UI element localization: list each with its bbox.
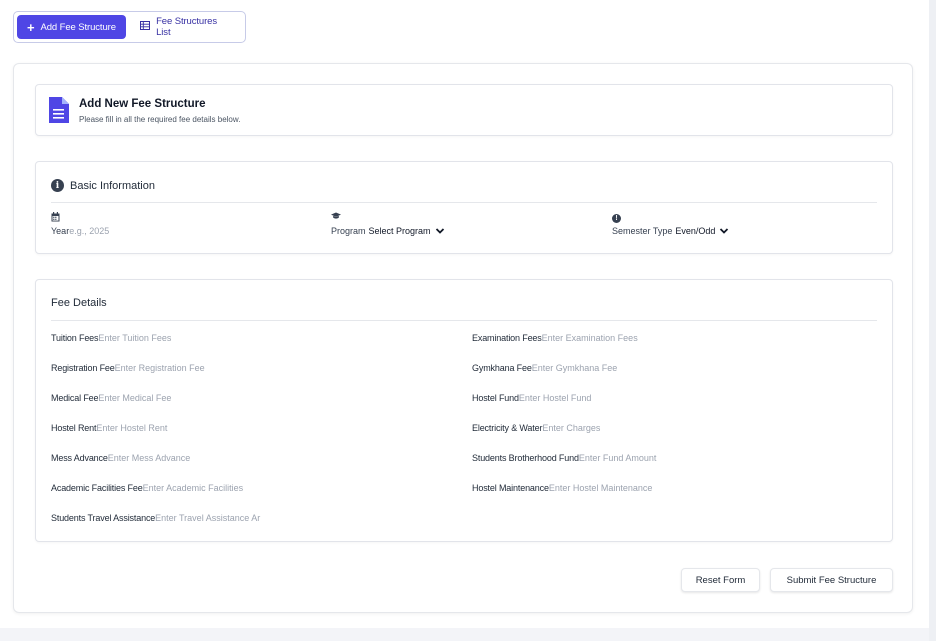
semester-type-label: Semester Type bbox=[612, 226, 673, 236]
hostel-maintenance-input[interactable]: Enter Hostel Maintenance bbox=[549, 483, 653, 493]
basic-information-section: i Basic Information Year e.g., 2025 Prog… bbox=[35, 161, 893, 254]
vertical-scrollbar[interactable] bbox=[929, 0, 936, 641]
hostel-rent-field[interactable]: Hostel RentEnter Hostel Rent bbox=[51, 423, 461, 433]
tuition-fees-field[interactable]: Tuition FeesEnter Tuition Fees bbox=[51, 333, 461, 343]
chevron-down-icon bbox=[435, 228, 444, 234]
info-icon: ! bbox=[612, 212, 729, 223]
tab-add-fee-structure-label: Add Fee Structure bbox=[40, 21, 117, 33]
students-travel-assistance-input[interactable]: Enter Travel Assistance Ar bbox=[155, 513, 260, 523]
tab-add-fee-structure[interactable]: + Add Fee Structure bbox=[17, 15, 127, 39]
academic-facilities-fee-field[interactable]: Academic Facilities FeeEnter Academic Fa… bbox=[51, 483, 461, 493]
basic-information-title: Basic Information bbox=[70, 179, 155, 192]
examination-fees-input[interactable]: Enter Examination Fees bbox=[542, 333, 638, 343]
field-label: Hostel Fund bbox=[472, 393, 519, 403]
tab-fee-structures-list-label: Fee Structures List bbox=[156, 16, 218, 38]
fee-details-title: Fee Details bbox=[51, 297, 107, 309]
year-field[interactable]: Year e.g., 2025 bbox=[51, 212, 109, 236]
mess-advance-field[interactable]: Mess AdvanceEnter Mess Advance bbox=[51, 453, 461, 463]
fee-details-section: Fee Details Tuition FeesEnter Tuition Fe… bbox=[35, 279, 893, 542]
hostel-rent-input[interactable]: Enter Hostel Rent bbox=[96, 423, 167, 433]
field-label: Hostel Rent bbox=[51, 423, 97, 433]
field-label: Mess Advance bbox=[51, 453, 108, 463]
program-field[interactable]: Program Select Program bbox=[331, 212, 445, 236]
hostel-fund-field[interactable]: Hostel FundEnter Hostel Fund bbox=[472, 393, 882, 403]
reset-form-button[interactable]: Reset Form bbox=[681, 568, 760, 592]
hostel-fund-input[interactable]: Enter Hostel Fund bbox=[519, 393, 592, 403]
registration-fee-field[interactable]: Registration FeeEnter Registration Fee bbox=[51, 363, 461, 373]
field-label: Medical Fee bbox=[51, 393, 99, 403]
hostel-maintenance-field[interactable]: Hostel MaintenanceEnter Hostel Maintenan… bbox=[472, 483, 663, 493]
semester-type-field[interactable]: ! Semester Type Even/Odd bbox=[612, 212, 729, 236]
field-label: Hostel Maintenance bbox=[472, 483, 549, 493]
electricity-water-field[interactable]: Electricity & WaterEnter Charges bbox=[472, 423, 882, 433]
plus-icon: + bbox=[27, 19, 35, 35]
students-brotherhood-fund-field[interactable]: Students Brotherhood FundEnter Fund Amou… bbox=[472, 453, 882, 463]
examination-fees-field[interactable]: Examination FeesEnter Examination Fees bbox=[472, 333, 882, 343]
tab-bar: + Add Fee Structure Fee Structures List bbox=[13, 11, 246, 43]
field-label: Students Brotherhood Fund bbox=[472, 453, 579, 463]
gymkhana-fee-field[interactable]: Gymkhana FeeEnter Gymkhana Fee bbox=[472, 363, 882, 373]
form-header: Add New Fee Structure Please fill in all… bbox=[35, 84, 893, 136]
academic-facilities-fee-input[interactable]: Enter Academic Facilities bbox=[143, 483, 244, 493]
divider bbox=[51, 202, 877, 203]
field-label: Students Travel Assistance bbox=[51, 513, 156, 523]
gymkhana-fee-input[interactable]: Enter Gymkhana Fee bbox=[532, 363, 618, 373]
year-label: Year bbox=[51, 226, 70, 236]
field-label: Electricity & Water bbox=[472, 423, 543, 433]
tab-fee-structures-list[interactable]: Fee Structures List bbox=[130, 15, 242, 39]
tuition-fees-input[interactable]: Enter Tuition Fees bbox=[98, 333, 171, 343]
graduation-cap-icon bbox=[331, 212, 445, 223]
mess-advance-input[interactable]: Enter Mess Advance bbox=[108, 453, 191, 463]
program-select[interactable]: Select Program bbox=[369, 226, 431, 236]
fee-structure-form-card: Add New Fee Structure Please fill in all… bbox=[13, 63, 913, 613]
list-icon bbox=[140, 21, 151, 33]
divider bbox=[51, 320, 877, 321]
form-subtitle: Please fill in all the required fee deta… bbox=[79, 115, 241, 124]
year-input[interactable]: e.g., 2025 bbox=[69, 226, 109, 236]
program-label: Program bbox=[331, 226, 366, 236]
medical-fee-field[interactable]: Medical FeeEnter Medical Fee bbox=[51, 393, 461, 403]
field-label: Tuition Fees bbox=[51, 333, 99, 343]
electricity-water-input[interactable]: Enter Charges bbox=[542, 423, 600, 433]
field-label: Gymkhana Fee bbox=[472, 363, 532, 373]
basic-information-heading: i Basic Information bbox=[51, 179, 155, 192]
form-title: Add New Fee Structure bbox=[79, 98, 206, 110]
chevron-down-icon bbox=[720, 228, 729, 234]
field-label: Examination Fees bbox=[472, 333, 542, 343]
medical-fee-input[interactable]: Enter Medical Fee bbox=[98, 393, 171, 403]
document-icon bbox=[49, 97, 69, 123]
submit-fee-structure-button[interactable]: Submit Fee Structure bbox=[770, 568, 893, 592]
field-label: Registration Fee bbox=[51, 363, 115, 373]
students-brotherhood-fund-input[interactable]: Enter Fund Amount bbox=[579, 453, 657, 463]
info-icon: i bbox=[51, 179, 64, 192]
registration-fee-input[interactable]: Enter Registration Fee bbox=[115, 363, 205, 373]
students-travel-assistance-field[interactable]: Students Travel AssistanceEnter Travel A… bbox=[51, 513, 267, 523]
semester-type-select[interactable]: Even/Odd bbox=[675, 226, 715, 236]
field-label: Academic Facilities Fee bbox=[51, 483, 143, 493]
calendar-icon bbox=[51, 212, 109, 223]
